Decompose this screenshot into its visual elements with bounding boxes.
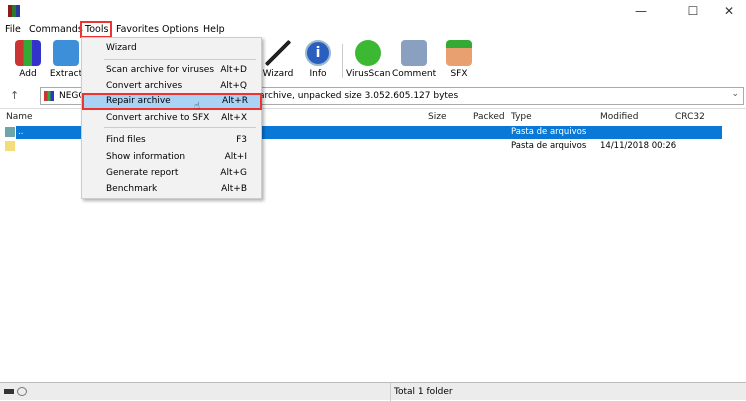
tools-callout-box: [80, 21, 112, 38]
maximize-button[interactable]: ☐: [676, 0, 710, 22]
menu-item-label: Generate report: [106, 168, 179, 178]
menu-commands[interactable]: Commands: [29, 24, 83, 35]
column-crc32[interactable]: CRC32: [675, 112, 705, 122]
virusscan-label: VirusScan: [346, 69, 391, 79]
info-button[interactable]: i Info: [296, 40, 340, 79]
row-type: Pasta de arquivos: [511, 127, 587, 137]
menu-item-label: Find files: [106, 135, 146, 145]
menu-item-shortcut: Alt+R: [222, 96, 248, 106]
menu-item-label: Repair archive: [106, 96, 171, 106]
sfx-box-icon: [446, 40, 472, 66]
row-name: ..: [18, 127, 24, 137]
comment-icon: [401, 40, 427, 66]
key-icon: [17, 387, 27, 396]
folder-icon: [5, 141, 15, 151]
wizard-wand-icon: [265, 40, 291, 66]
menu-item-shortcut: F3: [236, 135, 247, 145]
menu-item-shortcut: Alt+D: [220, 65, 247, 75]
comment-button[interactable]: Comment: [392, 40, 436, 79]
add-label: Add: [19, 69, 37, 79]
menu-item-label: Show information: [106, 152, 186, 162]
menu-item-shortcut: Alt+G: [220, 168, 247, 178]
menu-item-shortcut: Alt+I: [224, 152, 247, 162]
extract-label: Extract: [49, 69, 83, 79]
menu-item-shortcut: Alt+B: [221, 184, 247, 194]
menu-item-label: Wizard: [106, 43, 137, 53]
menu-item-generate-report[interactable]: Generate report Alt+G: [84, 165, 259, 181]
column-packed[interactable]: Packed: [473, 112, 505, 122]
menu-item-convert-sfx[interactable]: Convert archive to SFX Alt+X: [84, 110, 259, 126]
status-text: Total 1 folder: [394, 387, 453, 397]
extract-folder-icon: [53, 40, 79, 66]
info-icon: i: [305, 40, 331, 66]
minimize-button[interactable]: —: [624, 0, 658, 22]
column-size[interactable]: Size: [428, 112, 446, 122]
parent-folder-icon: [5, 127, 15, 137]
drive-icon: [4, 389, 14, 394]
menu-file[interactable]: File: [5, 24, 21, 35]
wizard-label: Wizard: [262, 69, 294, 79]
comment-label: Comment: [392, 69, 437, 79]
tools-menu: Wizard Scan archive for viruses Alt+D Con…: [81, 37, 262, 199]
menu-item-shortcut: Alt+X: [221, 113, 247, 123]
menu-item-scan-viruses[interactable]: Scan archive for viruses Alt+D: [84, 62, 259, 78]
menu-item-label: Convert archive to SFX: [106, 113, 210, 123]
status-bar: Total 1 folder: [0, 382, 746, 401]
column-modified[interactable]: Modified: [600, 112, 638, 122]
winrar-logo-icon: [8, 5, 20, 17]
virusscan-button[interactable]: VirusScan: [346, 40, 390, 79]
menu-item-convert-archives[interactable]: Convert archives Alt+Q: [84, 78, 259, 94]
row-type: Pasta de arquivos: [511, 141, 587, 151]
archive-icon: [44, 91, 54, 101]
menu-item-find-files[interactable]: Find files F3: [84, 132, 259, 148]
menu-item-show-information[interactable]: Show information Alt+I: [84, 149, 259, 165]
column-type[interactable]: Type: [511, 112, 532, 122]
menu-separator: [104, 127, 256, 128]
address-text: archive, unpacked size 3.052.605.127 byt…: [259, 91, 459, 101]
virusscan-icon: [355, 40, 381, 66]
menu-options[interactable]: Options: [162, 24, 199, 35]
menu-item-wizard[interactable]: Wizard: [84, 40, 259, 56]
add-icon: [15, 40, 41, 66]
toolbar-separator: [342, 44, 343, 78]
menu-item-label: Scan archive for viruses: [106, 65, 215, 75]
menu-item-benchmark[interactable]: Benchmark Alt+B: [84, 181, 259, 197]
sfx-label: SFX: [450, 69, 468, 79]
column-name[interactable]: Name: [6, 112, 33, 122]
title-bar: — ☐ ✕: [0, 0, 746, 22]
chevron-down-icon[interactable]: ⌄: [731, 89, 739, 99]
close-button[interactable]: ✕: [712, 0, 746, 22]
up-arrow-icon[interactable]: ↑: [10, 89, 19, 102]
menu-help[interactable]: Help: [203, 24, 225, 35]
info-label: Info: [309, 69, 327, 79]
menu-separator: [104, 59, 256, 60]
menu-item-repair-archive[interactable]: Repair archive Alt+R ☝: [82, 93, 262, 112]
menu-item-label: Convert archives: [106, 81, 183, 91]
wizard-button[interactable]: Wizard: [256, 40, 300, 79]
menu-favorites[interactable]: Favorites: [116, 24, 159, 35]
row-modified: 14/11/2018 00:26: [600, 141, 677, 151]
menu-item-label: Benchmark: [106, 184, 158, 194]
menu-item-shortcut: Alt+Q: [220, 81, 247, 91]
sfx-button[interactable]: SFX: [437, 40, 481, 79]
